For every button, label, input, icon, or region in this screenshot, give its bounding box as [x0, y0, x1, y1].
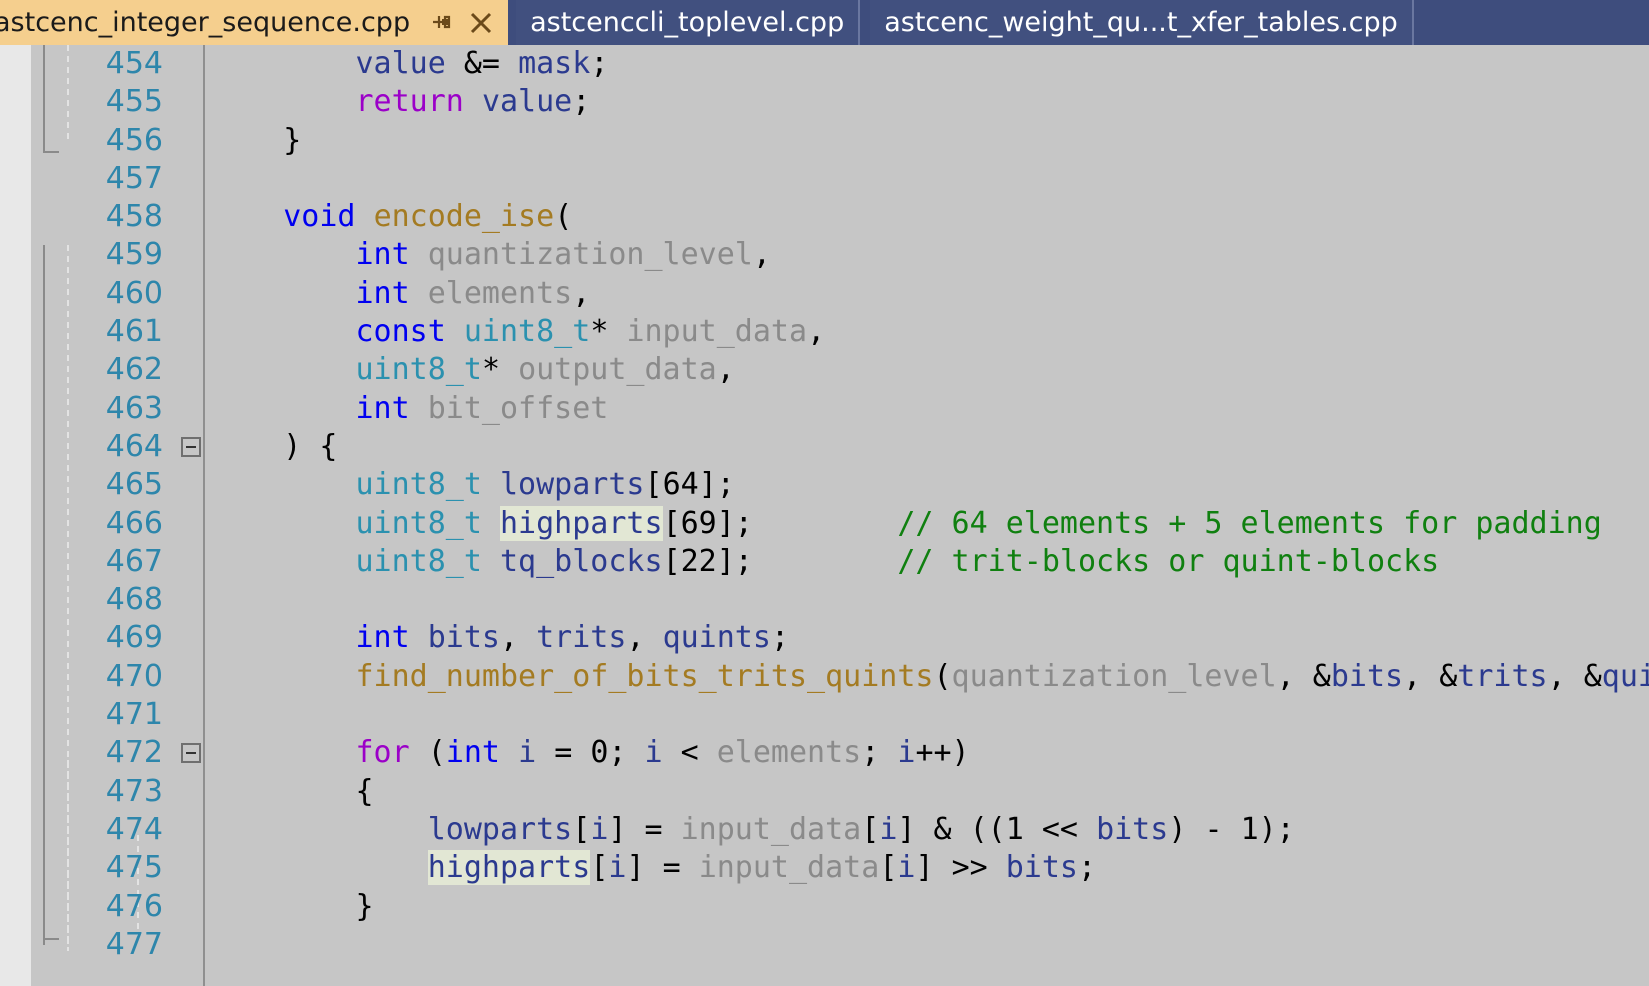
code-line-row[interactable]: 477 [31, 926, 1649, 964]
tab-astcenc-integer-sequence[interactable]: astcenc_integer_sequence.cpp [0, 0, 509, 45]
code-text[interactable]: ) { [211, 428, 337, 466]
line-number: 461 [105, 314, 163, 350]
code-line-row[interactable]: 456 } [31, 122, 1649, 160]
pin-icon[interactable] [428, 10, 454, 36]
tab-astcenc-weight-quant-xfer-tables[interactable]: astcenc_weight_qu...t_xfer_tables.cpp [870, 0, 1414, 45]
line-number: 476 [105, 888, 163, 924]
line-number: 457 [105, 160, 163, 196]
code-text[interactable]: uint8_t* output_data, [211, 351, 735, 389]
code-editor[interactable]: 454 value &= mask; 455 return value; 456 }… [0, 45, 1649, 986]
code-text[interactable]: { [211, 773, 374, 811]
code-line-row[interactable]: 470 find_number_of_bits_trits_quints(qua… [31, 658, 1649, 696]
code-line-row[interactable]: 459 int quantization_level, [31, 236, 1649, 274]
code-text[interactable]: void encode_ise( [211, 198, 572, 236]
line-number: 454 [105, 46, 163, 81]
line-number: 455 [105, 84, 163, 120]
code-text[interactable]: uint8_t highparts[69]; // 64 elements + … [211, 505, 1602, 543]
code-line-row[interactable]: 463 int bit_offset [31, 390, 1649, 428]
line-number: 463 [105, 390, 163, 426]
code-text[interactable]: for (int i = 0; i < elements; i++) [211, 734, 970, 772]
line-number: 471 [105, 697, 163, 733]
code-text[interactable]: lowparts[i] = input_data[i] & ((1 << bit… [211, 811, 1295, 849]
code-line-row[interactable]: 467 uint8_t tq_blocks[22]; // trit-block… [31, 543, 1649, 581]
tab-gap-1 [508, 0, 517, 45]
tab-icon-group [428, 10, 494, 36]
code-line-row[interactable]: 461 const uint8_t* input_data, [31, 313, 1649, 351]
code-line-row[interactable]: 464 ) { [31, 428, 1649, 466]
code-text[interactable]: int bit_offset [211, 390, 609, 428]
line-number: 459 [105, 237, 163, 273]
code-line-row[interactable]: 476 } [31, 888, 1649, 926]
code-surface[interactable]: 454 value &= mask; 455 return value; 456 }… [31, 45, 1649, 986]
code-text[interactable]: return value; [211, 83, 591, 121]
code-text[interactable]: value &= mask; [211, 45, 609, 83]
code-line-row[interactable]: 473 { [31, 773, 1649, 811]
fold-collapse-icon[interactable] [181, 436, 201, 457]
tab-label: astcenc_weight_qu...t_xfer_tables.cpp [884, 7, 1398, 38]
code-line-row[interactable]: 471 [31, 696, 1649, 734]
line-number: 468 [105, 582, 163, 618]
code-line-row[interactable]: 466 uint8_t highparts[69]; // 64 element… [31, 505, 1649, 543]
code-line-row[interactable]: 454 value &= mask; [31, 45, 1649, 83]
code-line-row[interactable]: 474 lowparts[i] = input_data[i] & ((1 <<… [31, 811, 1649, 849]
code-lines[interactable]: 454 value &= mask; 455 return value; 456 }… [31, 45, 1649, 964]
line-number: 469 [105, 620, 163, 656]
code-line-row[interactable]: 458 void encode_ise( [31, 198, 1649, 236]
line-number: 467 [105, 543, 163, 579]
line-number: 466 [105, 505, 163, 541]
tab-label: astcenc_integer_sequence.cpp [0, 7, 411, 38]
code-line-row[interactable]: 468 [31, 581, 1649, 619]
line-number: 474 [105, 811, 163, 847]
line-number: 456 [105, 122, 163, 158]
code-text[interactable]: uint8_t lowparts[64]; [211, 466, 735, 504]
line-number: 472 [105, 735, 163, 771]
line-number: 464 [105, 428, 163, 464]
code-line-row[interactable]: 469 int bits, trits, quints; [31, 619, 1649, 657]
code-text[interactable]: find_number_of_bits_trits_quints(quantiz… [211, 658, 1649, 696]
editor-left-margin [0, 45, 31, 986]
code-text[interactable]: int elements, [211, 275, 591, 313]
code-line-row[interactable]: 455 return value; [31, 83, 1649, 121]
line-number: 460 [105, 275, 163, 311]
line-number: 477 [105, 926, 163, 962]
editor-tab-bar: astcenc_integer_sequence.cpp astcenccli_… [0, 0, 1649, 45]
line-number: 473 [105, 773, 163, 809]
code-text[interactable]: int quantization_level, [211, 236, 771, 274]
code-text[interactable]: int bits, trits, quints; [211, 619, 790, 657]
code-text[interactable]: highparts[i] = input_data[i] >> bits; [211, 849, 1096, 887]
line-number: 475 [105, 850, 163, 886]
code-text[interactable]: uint8_t tq_blocks[22]; // trit-blocks or… [211, 543, 1440, 581]
close-icon[interactable] [468, 10, 494, 36]
code-line-row[interactable]: 457 [31, 160, 1649, 198]
code-text[interactable]: const uint8_t* input_data, [211, 313, 826, 351]
code-text[interactable]: } [211, 122, 301, 160]
code-line-row[interactable]: 472 for (int i = 0; i < elements; i++) [31, 734, 1649, 772]
tab-label: astcenccli_toplevel.cpp [530, 7, 845, 38]
fold-collapse-icon[interactable] [181, 743, 201, 764]
code-line-row[interactable]: 462 uint8_t* output_data, [31, 351, 1649, 389]
code-text[interactable]: } [211, 888, 374, 926]
code-line-row[interactable]: 460 int elements, [31, 275, 1649, 313]
code-line-row[interactable]: 475 highparts[i] = input_data[i] >> bits… [31, 849, 1649, 887]
tab-astcenccli-toplevel[interactable]: astcenccli_toplevel.cpp [516, 0, 861, 45]
line-number: 465 [105, 467, 163, 503]
tab-gap-2 [860, 0, 871, 45]
line-number: 470 [105, 658, 163, 694]
line-number: 462 [105, 352, 163, 388]
line-number: 458 [105, 199, 163, 235]
code-line-row[interactable]: 465 uint8_t lowparts[64]; [31, 466, 1649, 504]
